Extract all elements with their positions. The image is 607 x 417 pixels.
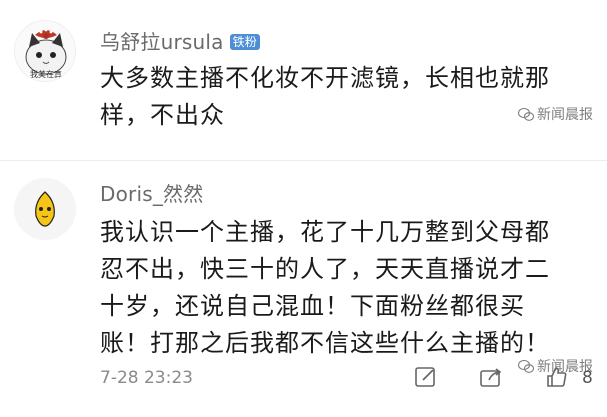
comment-text: 大多数主播不化妆不开滤镜，长相也就那样，不出众	[100, 64, 550, 129]
avatar[interactable]	[14, 178, 76, 240]
thumbs-up-icon	[547, 367, 567, 387]
divider	[0, 160, 607, 161]
comment-item: Doris_然然 我认识一个主播，花了十几万整到父母都忍不出，快三十的人了，天天…	[0, 172, 607, 417]
username[interactable]: Doris_然然	[100, 178, 203, 207]
like-count: 8	[582, 368, 593, 388]
comment-text: 我认识一个主播，花了十几万整到父母都忍不出，快三十的人了，天天直播说才二十岁，还…	[100, 218, 550, 357]
wechat-icon	[518, 107, 534, 121]
avatar[interactable]: 我美在真	[14, 20, 76, 82]
fan-badge: 铁粉	[229, 34, 261, 50]
username-text: Doris_然然	[100, 182, 204, 206]
lemon-avatar-icon	[14, 178, 76, 240]
like-button[interactable]	[545, 365, 569, 389]
timestamp: 7-28 23:23	[100, 368, 193, 388]
username[interactable]: 乌舒拉ursula 铁粉	[100, 26, 261, 55]
wechat-icon	[518, 359, 534, 373]
edit-icon	[415, 367, 435, 387]
username-text: 乌舒拉ursula	[100, 30, 224, 54]
reply-button[interactable]	[414, 365, 438, 389]
comment-item: 我美在真 乌舒拉ursula 铁粉 大多数主播不化妆不开滤镜，长相也就那样，不出众…	[0, 0, 607, 155]
share-button[interactable]	[479, 365, 503, 389]
avatar-caption: 我美在真	[30, 70, 62, 79]
share-icon	[480, 368, 502, 387]
watermark-text: 新闻晨报	[537, 107, 593, 123]
watermark: 新闻晨报	[518, 104, 593, 124]
